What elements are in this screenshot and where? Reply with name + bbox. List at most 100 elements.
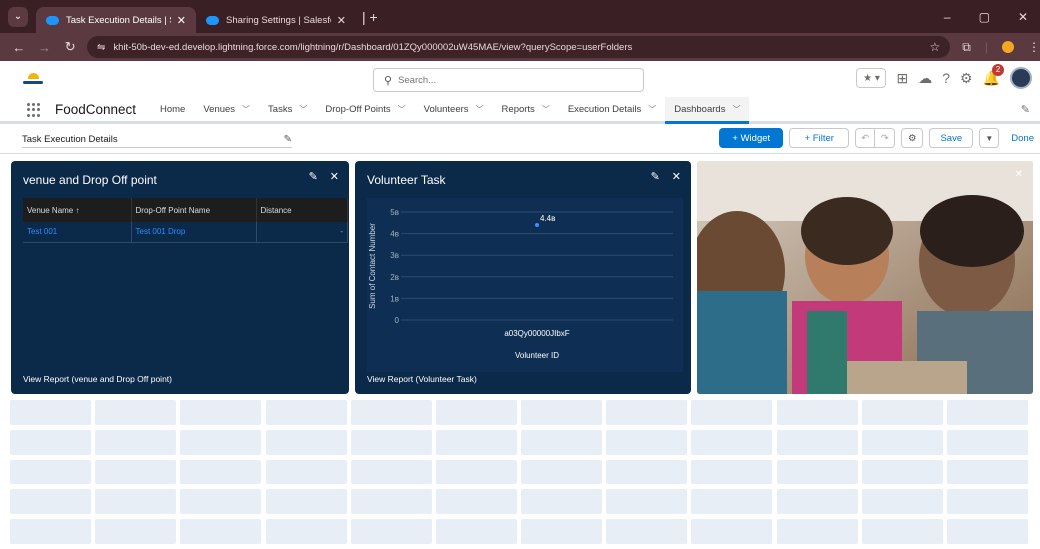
help-icon[interactable]: ? xyxy=(942,70,950,86)
column-header[interactable]: Distance xyxy=(256,198,348,222)
chart-widget[interactable]: Volunteer Task ✎ ✕ 0 1в 2в 3в 4в 5в Sum of Con… xyxy=(355,161,691,394)
grid-cell xyxy=(861,429,943,455)
app-name: FoodConnect xyxy=(55,101,137,117)
view-report-link[interactable]: View Report (venue and Drop Off point) xyxy=(23,374,172,384)
close-icon[interactable]: ✕ xyxy=(330,170,339,183)
close-icon[interactable]: ✕ xyxy=(672,170,681,183)
tab-search-button[interactable]: ⌄ xyxy=(8,6,28,27)
pencil-icon[interactable]: ✎ xyxy=(284,134,292,145)
add-filter-button[interactable]: + Filter xyxy=(789,128,850,148)
grid-cell xyxy=(691,489,773,515)
nav-item-home[interactable]: Home xyxy=(151,97,194,121)
app-navigation-bar: FoodConnect Home Venues ﹀ Tasks ﹀ Drop-Off… xyxy=(0,97,1040,124)
edit-nav-pencil-icon[interactable]: ✎ xyxy=(1021,97,1030,121)
nav-item-volunteers[interactable]: Volunteers ﹀ xyxy=(415,97,493,121)
url-field[interactable]: ⇋ khit-50b-dev-ed.develop.lightning.forc… xyxy=(87,36,951,58)
nav-item-tasks[interactable]: Tasks ﹀ xyxy=(259,97,316,121)
grid-cell xyxy=(180,519,262,544)
forward-icon[interactable]: → xyxy=(38,40,52,55)
browser-tab-active[interactable]: Task Execution Details | Salesfo ✕ xyxy=(36,7,196,33)
close-icon[interactable]: ✕ xyxy=(1015,169,1023,180)
save-menu-chevron-icon[interactable]: ▼ xyxy=(979,128,1000,148)
close-icon[interactable]: ✕ xyxy=(177,14,186,27)
extensions-icon[interactable]: ⧉ xyxy=(962,40,971,55)
trailhead-icon[interactable]: ☁ xyxy=(918,70,932,87)
url-text: khit-50b-dev-ed.develop.lightning.force.… xyxy=(113,41,633,53)
view-report-link[interactable]: View Report (Volunteer Task) xyxy=(367,374,477,384)
chevron-down-icon[interactable]: ﹀ xyxy=(299,104,307,115)
minimize-button[interactable]: – xyxy=(944,10,951,24)
restore-button[interactable]: ▢ xyxy=(979,10,990,24)
grid-cell xyxy=(180,400,262,425)
column-header[interactable]: Drop-Off Point Name xyxy=(131,198,257,222)
grid-cell xyxy=(435,489,517,515)
nav-item-venues[interactable]: Venues ﹀ xyxy=(194,97,259,121)
x-axis-label: Volunteer ID xyxy=(515,351,559,360)
redo-icon[interactable]: ↷ xyxy=(875,128,896,148)
grid-cell xyxy=(946,459,1028,485)
setup-gear-icon[interactable]: ⚙ xyxy=(960,70,973,87)
nav-item-reports[interactable]: Reports ﹀ xyxy=(493,97,559,121)
browser-tabstrip: ⌄ Task Execution Details | Salesfo ✕ Sha… xyxy=(0,0,1040,33)
profile-extension-icon[interactable] xyxy=(1002,41,1014,53)
global-header: ⚲ Search... ★ ▾ ⊞ ☁ ? ⚙ 🔔 2 xyxy=(0,61,1040,97)
edit-pencil-icon[interactable]: ✎ xyxy=(309,170,318,183)
browser-menu-icon[interactable]: ⋮ xyxy=(1028,40,1040,54)
empty-grid-area xyxy=(10,400,1032,549)
done-button[interactable]: Done xyxy=(1011,133,1034,144)
table-widget[interactable]: venue and Drop Off point ✎ ✕ Venue Name … xyxy=(11,161,349,394)
grid-cell xyxy=(606,459,688,485)
scatter-chart: 0 1в 2в 3в 4в 5в Sum of Contact Number 4.4в a03Q… xyxy=(368,208,673,360)
close-icon[interactable]: ✕ xyxy=(337,14,346,27)
window-close-button[interactable]: ✕ xyxy=(1018,10,1028,24)
new-tab-button[interactable]: | + xyxy=(362,9,378,25)
properties-gear-icon[interactable]: ⚙ xyxy=(901,128,924,148)
grid-cell xyxy=(180,489,262,515)
edit-pencil-icon[interactable]: ✎ xyxy=(651,170,660,183)
search-icon: ⚲ xyxy=(384,74,393,87)
grid-cell xyxy=(265,400,347,425)
nav-item-drop-off-points[interactable]: Drop-Off Points ﹀ xyxy=(316,97,414,121)
notifications-bell-icon[interactable]: 🔔 2 xyxy=(983,63,1004,87)
app-launcher-icon[interactable] xyxy=(27,103,41,117)
nav-item-execution-details[interactable]: Execution Details ﹀ xyxy=(559,97,665,121)
nav-item-dashboards[interactable]: Dashboards ﹀ xyxy=(665,97,750,124)
grid-cell xyxy=(691,519,773,544)
drop-off-link[interactable]: Test 001 Drop xyxy=(131,222,257,243)
window-controls: – ▢ ✕ xyxy=(944,10,1028,24)
favorites-button[interactable]: ★ ▾ xyxy=(856,68,887,88)
reload-icon[interactable]: ↻ xyxy=(63,39,77,55)
column-header[interactable]: Venue Name ↑ xyxy=(23,198,132,222)
grid-cell xyxy=(861,519,943,544)
chevron-down-icon[interactable]: ﹀ xyxy=(476,104,484,115)
grid-cell xyxy=(95,519,177,544)
grid-cell xyxy=(350,429,432,455)
dashboard-title-field[interactable]: Task Execution Details ✎ xyxy=(22,131,292,148)
browser-tab[interactable]: Sharing Settings | Salesforce ✕ xyxy=(196,7,356,33)
chevron-down-icon[interactable]: ﹀ xyxy=(732,104,740,115)
dashboard-title: Task Execution Details xyxy=(22,133,118,145)
grid-cell xyxy=(606,489,688,515)
undo-icon[interactable]: ↶ xyxy=(855,128,876,148)
nav-label: Volunteers xyxy=(423,103,469,115)
bookmark-star-icon[interactable]: ☆ xyxy=(930,40,941,54)
grid-cell xyxy=(946,519,1028,544)
chevron-down-icon[interactable]: ﹀ xyxy=(542,104,550,115)
chevron-down-icon[interactable]: ﹀ xyxy=(648,104,656,115)
salesforce-cloud-icon xyxy=(206,15,219,25)
grid-cell xyxy=(946,400,1028,425)
site-settings-icon[interactable]: ⇋ xyxy=(97,42,105,53)
user-avatar[interactable] xyxy=(1010,67,1032,89)
image-widget[interactable]: ✕ xyxy=(697,161,1033,394)
chevron-down-icon[interactable]: ﹀ xyxy=(242,104,250,115)
add-widget-button[interactable]: + Widget xyxy=(719,128,784,148)
global-create-icon[interactable]: ⊞ xyxy=(896,70,908,87)
widget-title: Volunteer Task xyxy=(367,173,446,187)
back-icon[interactable]: ← xyxy=(12,40,26,55)
save-button[interactable]: Save xyxy=(929,128,974,148)
chevron-down-icon[interactable]: ﹀ xyxy=(398,104,406,115)
venue-link[interactable]: Test 001 xyxy=(23,222,132,243)
grid-cell xyxy=(606,400,688,425)
global-search-input[interactable]: ⚲ Search... xyxy=(373,68,644,92)
org-logo[interactable] xyxy=(22,70,44,88)
